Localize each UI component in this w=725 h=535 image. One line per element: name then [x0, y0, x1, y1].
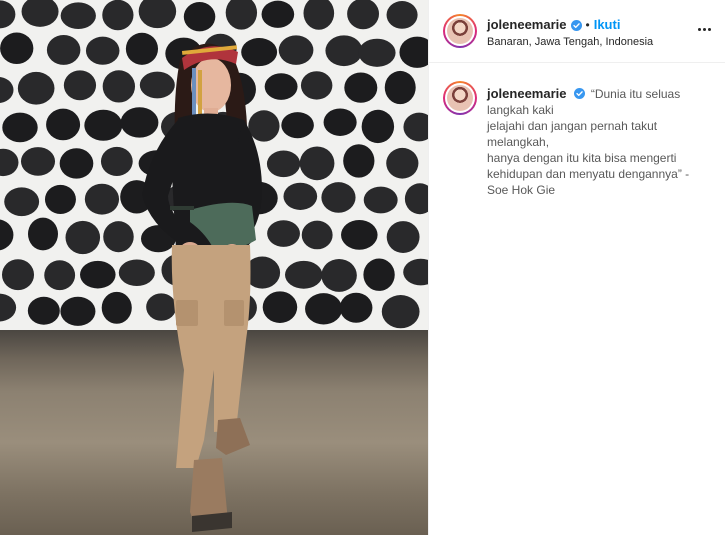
instagram-post: joleneemarie • Ikuti Banaran, Jawa Tenga… — [0, 0, 725, 535]
post-header: joleneemarie • Ikuti Banaran, Jawa Tenga… — [429, 0, 725, 63]
more-options-icon[interactable] — [692, 20, 716, 38]
caption-text: joleneemarie “Dunia itu seluas langkah k… — [487, 86, 719, 198]
post-side-panel: joleneemarie • Ikuti Banaran, Jawa Tenga… — [428, 0, 725, 535]
caption-profile-photo — [447, 85, 473, 111]
profile-photo — [447, 18, 473, 44]
caption-line: hanya dengan itu kita bisa mengerti — [487, 151, 677, 165]
caption-line: Soe Hok Gie — [487, 183, 556, 197]
caption-verified-badge-icon — [573, 88, 585, 99]
caption-line: jelajahi dan jangan pernah takut — [487, 119, 658, 133]
header-text: joleneemarie • Ikuti Banaran, Jawa Tenga… — [487, 17, 687, 49]
caption-line: melangkah, — [487, 135, 550, 149]
caption-line: “Dunia itu seluas — [590, 87, 681, 101]
follow-button[interactable]: Ikuti — [594, 17, 621, 33]
verified-badge-icon — [570, 19, 582, 31]
caption-avatar[interactable] — [443, 81, 477, 115]
woman-figure — [142, 43, 262, 532]
caption-username-link[interactable]: joleneemarie — [487, 86, 567, 101]
username-link[interactable]: joleneemarie — [487, 17, 567, 33]
caption-line: langkah kaki — [487, 103, 554, 117]
separator-dot: • — [585, 18, 590, 32]
location-link[interactable]: Banaran, Jawa Tengah, Indonesia — [487, 36, 687, 49]
avatar[interactable] — [443, 14, 477, 48]
caption-line: kehidupan dan menyatu dengannya” - — [487, 167, 690, 181]
post-photo[interactable] — [0, 0, 428, 535]
